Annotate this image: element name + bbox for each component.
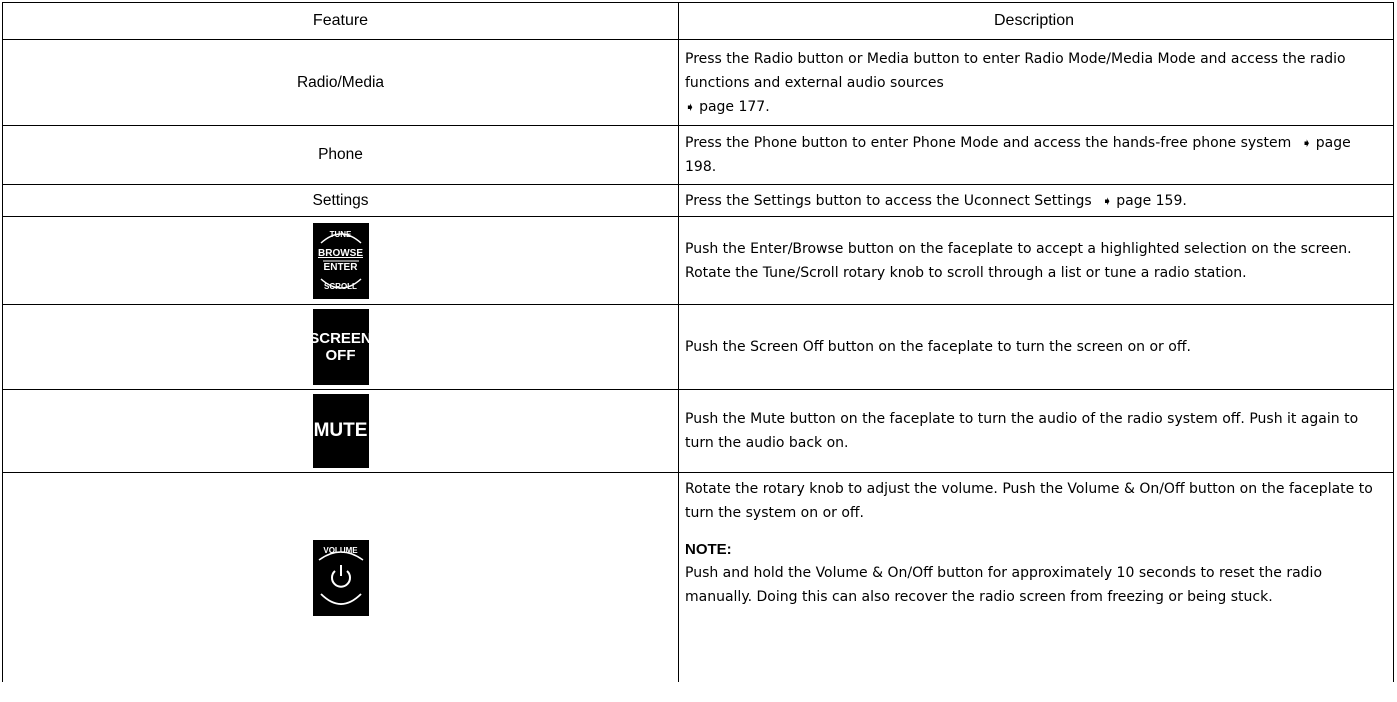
feature-cell: Phone [3, 126, 679, 184]
enter-label: ENTER [323, 261, 358, 273]
table-row: MUTE Push the Mute button on the facepla… [2, 389, 1394, 472]
arrow-right-icon: ➧ [1102, 193, 1113, 208]
feature-cell: VOLUME [3, 473, 679, 682]
screen-off-button-icon: SCREEN OFF [309, 309, 372, 385]
feature-cell: Radio/Media [3, 40, 679, 125]
note-text: Push and hold the Volume & On/Off button… [685, 565, 1323, 605]
table-row: Phone Press the Phone button to enter Ph… [2, 125, 1394, 184]
page-reference-link[interactable]: page 177. [699, 99, 770, 115]
feature-cell: Settings [3, 185, 679, 216]
features-table: Feature Description Radio/Media Press th… [2, 2, 1394, 682]
description-cell: Push the Mute button on the faceplate to… [685, 411, 1359, 451]
arrow-right-icon: ➧ [1301, 136, 1312, 150]
table-row: SCREEN OFF Push the Screen Off button on… [2, 304, 1394, 389]
description-cell: Rotate the rotary knob to adjust the vol… [679, 473, 1393, 682]
description-text: Press the Radio button or Media button t… [685, 50, 1346, 91]
tune-label: TUNE [329, 229, 352, 239]
table-row: VOLUME Rotate the rotary knob to adjust … [2, 472, 1394, 682]
table-row: TUNE BROWSE ENTER SCROLL Push the Enter/… [2, 216, 1394, 304]
feature-cell: TUNE BROWSE ENTER SCROLL [3, 217, 679, 304]
table-row: Radio/Media Press the Radio button or Me… [2, 39, 1394, 125]
arrow-right-icon: ➧ [685, 99, 696, 114]
page-reference-link[interactable]: page 159. [1116, 193, 1187, 209]
feature-cell: MUTE [3, 390, 679, 472]
screen-label: SCREEN [309, 330, 372, 347]
description-cell: Push the Enter/Browse button on the face… [685, 240, 1352, 281]
table-header-row: Feature Description [2, 2, 1394, 39]
description-cell: Press the Phone button to enter Phone Mo… [679, 126, 1393, 184]
scroll-label: SCROLL [324, 281, 357, 291]
description-column-header: Description [993, 12, 1075, 29]
description-cell: Push the Screen Off button on the facepl… [685, 339, 1191, 355]
feature-column-header: Feature [3, 3, 679, 39]
browse-label: BROWSE [318, 247, 363, 259]
feature-cell: SCREEN OFF [3, 305, 679, 389]
description-text: Press the Phone button to enter Phone Mo… [685, 135, 1292, 151]
description-cell: Press the Settings button to access the … [679, 185, 1393, 216]
mute-button-icon: MUTE [312, 394, 369, 468]
mute-label: MUTE [313, 420, 368, 441]
volume-label: VOLUME [323, 545, 358, 555]
description-cell: Press the Radio button or Media button t… [679, 40, 1393, 125]
description-text: Rotate the rotary knob to adjust the vol… [685, 481, 1373, 521]
description-text: Press the Settings button to access the … [685, 192, 1092, 209]
note-heading: NOTE: [685, 541, 732, 558]
browse-enter-knob-icon: TUNE BROWSE ENTER SCROLL [312, 222, 369, 299]
table-row: Settings Press the Settings button to ac… [2, 184, 1394, 216]
off-label: OFF [325, 347, 356, 364]
volume-power-knob-icon: VOLUME [312, 539, 369, 616]
